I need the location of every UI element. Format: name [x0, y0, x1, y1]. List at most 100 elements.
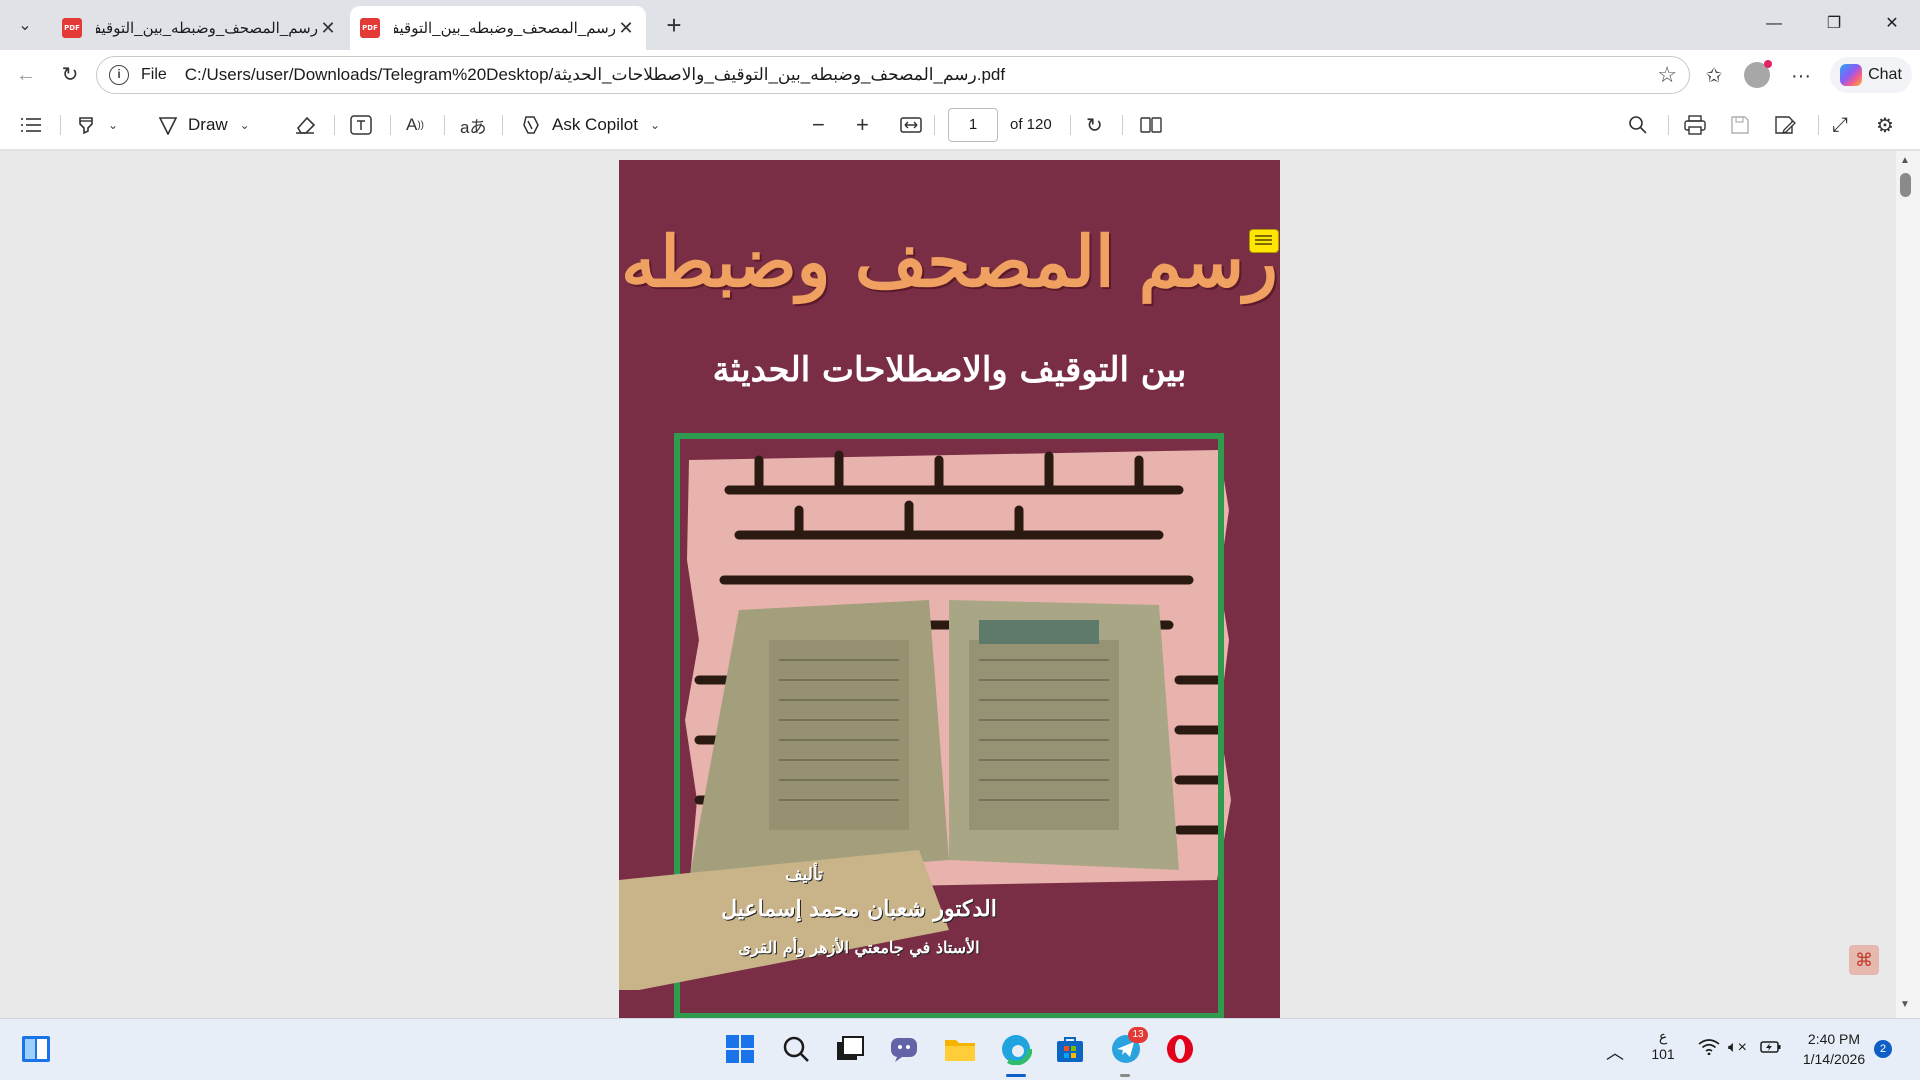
fullscreen-expand-icon[interactable]: ⤢ — [1832, 110, 1848, 140]
search-icon[interactable] — [776, 1029, 816, 1069]
profile-notification-dot — [1764, 60, 1772, 68]
scrollbar-thumb[interactable] — [1900, 173, 1911, 197]
add-text-icon[interactable] — [350, 110, 372, 140]
window-close-icon[interactable]: ✕ — [1866, 8, 1918, 40]
microsoft-store-icon[interactable] — [1050, 1029, 1090, 1069]
draw-pen-icon — [158, 117, 178, 135]
fit-width-icon[interactable] — [900, 110, 922, 140]
translate-icon[interactable]: aあ — [460, 110, 486, 140]
task-view-icon[interactable] — [830, 1029, 870, 1069]
save-icon[interactable] — [1730, 110, 1750, 140]
chevron-down-icon[interactable]: ⌄ — [240, 118, 250, 132]
new-tab-plus-icon[interactable]: + — [660, 12, 688, 40]
draw-label: Draw — [188, 115, 228, 134]
scrollbar[interactable] — [1896, 151, 1920, 1018]
tab-actions-chevron-icon[interactable]: ⌄ — [8, 8, 42, 42]
back-arrow-icon[interactable]: ← — [10, 59, 42, 91]
info-icon[interactable]: i — [109, 65, 129, 85]
divider — [934, 115, 935, 135]
acrobat-icon[interactable]: ⌘ — [1849, 945, 1879, 975]
active-app-indicator — [1006, 1074, 1026, 1077]
scroll-up-arrow-icon[interactable]: ▲ — [1898, 155, 1912, 166]
scheme-label: File — [141, 66, 167, 83]
url-text: C:/Users/user/Downloads/Telegram%20Deskt… — [184, 65, 1006, 84]
tab-title: رسم_المصحف_وضبطه_بين_التوقيف — [96, 20, 318, 37]
divider — [1122, 115, 1123, 135]
highlighter-icon — [79, 117, 93, 135]
more-menu-icon[interactable]: ··· — [1786, 62, 1816, 90]
cover-author-intro: تأليف — [785, 865, 823, 885]
speaker-muted-icon[interactable]: 🔈︎× — [1728, 1039, 1747, 1057]
print-icon[interactable] — [1684, 110, 1706, 140]
address-bar-row: ← ↻ i File C:/Users/user/Downloads/Teleg… — [0, 50, 1920, 100]
save-as-icon[interactable] — [1774, 110, 1796, 140]
divider — [334, 115, 335, 135]
language-code: 101 — [1651, 1046, 1675, 1062]
widgets-icon[interactable] — [16, 1029, 56, 1069]
search-icon[interactable] — [1628, 110, 1648, 140]
divider — [444, 115, 445, 135]
tab-close-icon[interactable]: ✕ — [616, 18, 636, 39]
wifi-icon[interactable] — [1698, 1039, 1720, 1060]
chevron-down-icon[interactable]: ⌄ — [650, 118, 660, 132]
comment-note-icon[interactable] — [1249, 229, 1279, 253]
rotate-icon[interactable]: ↻ — [1086, 110, 1103, 140]
edge-browser-icon[interactable] — [996, 1029, 1036, 1069]
clock[interactable]: 2:40 PM 1/14/2026 — [1796, 1029, 1872, 1069]
tab-close-icon[interactable]: ✕ — [318, 18, 338, 39]
eraser-icon[interactable] — [294, 110, 316, 140]
taskbar: 13 ︿ ع 101 🔈︎× 2:40 PM 1/14/2026 2 — [0, 1018, 1920, 1080]
scroll-down-arrow-icon[interactable]: ▼ — [1898, 999, 1912, 1010]
clock-time: 2:40 PM — [1807, 1031, 1861, 1047]
favorites-icon[interactable]: ✩ — [1700, 62, 1728, 90]
refresh-icon[interactable]: ↻ — [54, 59, 86, 91]
input-language-indicator[interactable]: ع 101 — [1650, 1027, 1676, 1063]
zoom-out-icon[interactable]: − — [812, 110, 825, 140]
pdf-viewer[interactable]: رسم المصحف وضبطه بين التوقيف والاصطلاحات… — [0, 151, 1920, 1018]
favorite-star-icon[interactable]: ☆ — [1657, 62, 1677, 88]
pdf-toolbar: ⌄ Draw ⌄ A)) aあ Ask Copilot ⌄ − + 1 of 1… — [0, 100, 1920, 150]
teams-chat-icon[interactable] — [884, 1029, 924, 1069]
show-hidden-icons-chevron-icon[interactable]: ︿ — [1606, 1039, 1624, 1065]
pdf-file-icon: PDF — [62, 18, 82, 38]
notification-count-badge[interactable]: 2 — [1874, 1040, 1892, 1058]
ask-copilot-button[interactable]: Ask Copilot ⌄ — [520, 110, 660, 140]
copilot-chat-button[interactable]: Chat — [1830, 57, 1912, 93]
divider — [1818, 115, 1819, 135]
chat-label: Chat — [1868, 66, 1902, 83]
contents-list-icon[interactable] — [20, 110, 42, 140]
highlight-tool[interactable]: ⌄ — [76, 110, 118, 140]
chevron-down-icon[interactable]: ⌄ — [108, 118, 118, 132]
settings-gear-icon[interactable]: ⚙ — [1876, 110, 1894, 140]
divider — [390, 115, 391, 135]
cover-author-name: الدكتور شعبان محمد إسماعيل — [721, 896, 997, 922]
page-view-icon[interactable] — [1140, 110, 1162, 140]
windows-start-icon[interactable] — [720, 1029, 760, 1069]
page-total: of 120 — [1010, 116, 1052, 133]
read-aloud-icon[interactable]: A)) — [406, 110, 424, 140]
zoom-in-icon[interactable]: + — [856, 110, 869, 140]
ask-copilot-label: Ask Copilot — [552, 115, 638, 134]
divider — [502, 115, 503, 135]
pdf-page-cover: رسم المصحف وضبطه بين التوقيف والاصطلاحات… — [619, 160, 1280, 1018]
cover-subtitle: بين التوقيف والاصطلاحات الحديثة — [712, 350, 1187, 390]
pdf-file-icon: PDF — [360, 18, 380, 38]
file-explorer-icon[interactable] — [940, 1029, 980, 1069]
minimize-icon[interactable]: — — [1748, 8, 1800, 40]
opera-browser-icon[interactable] — [1160, 1029, 1200, 1069]
draw-tool[interactable]: Draw ⌄ — [158, 110, 250, 140]
page-number-input[interactable]: 1 — [948, 108, 998, 142]
address-input[interactable]: i File C:/Users/user/Downloads/Telegram%… — [96, 56, 1690, 94]
clock-date: 1/14/2026 — [1802, 1051, 1866, 1067]
telegram-unread-badge: 13 — [1128, 1027, 1148, 1043]
restore-icon[interactable]: ❐ — [1808, 8, 1860, 40]
copilot-icon — [523, 116, 539, 134]
tab-pdf-2[interactable]: PDF رسم_المصحف_وضبطه_بين_التوقيف ✕ — [350, 6, 646, 50]
tab-strip: ⌄ PDF رسم_المصحف_وضبطه_بين_التوقيف ✕ PDF… — [0, 0, 1920, 50]
battery-charging-icon[interactable] — [1760, 1039, 1782, 1058]
language-label: ع — [1658, 1028, 1668, 1044]
divider — [60, 115, 61, 135]
cover-author-title: الأستاذ في جامعتي الأزهر وأم القرى — [738, 938, 980, 957]
cover-title: رسم المصحف وضبطه — [621, 220, 1278, 303]
tab-pdf-1[interactable]: PDF رسم_المصحف_وضبطه_بين_التوقيف ✕ — [52, 6, 348, 50]
